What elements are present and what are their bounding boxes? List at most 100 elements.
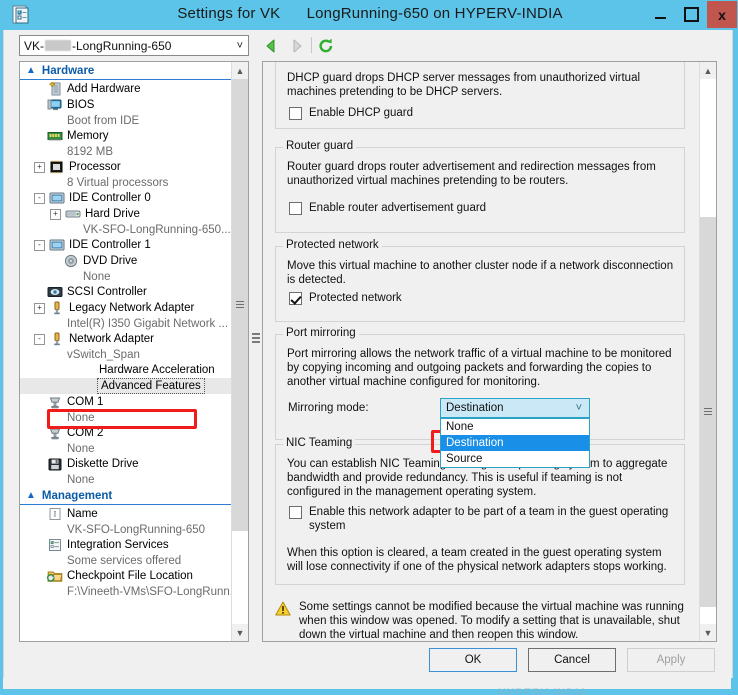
tree-group-label: Management [41, 489, 113, 502]
tree-item-scsi-controller[interactable]: SCSI Controller [20, 284, 232, 300]
tree-item-label: Add Hardware [67, 83, 141, 95]
panel-splitter[interactable] [251, 61, 260, 642]
tree-item-subtext: Some services offered [67, 554, 182, 567]
tree-item-label: BIOS [67, 99, 95, 111]
tree-item-hard-drive[interactable]: + Hard Drive [20, 206, 232, 222]
tree-group-hardware[interactable]: ▲ Hardware [20, 62, 232, 80]
mirroring-mode-label: Mirroring mode: [288, 402, 369, 414]
panel-scroll-down-icon[interactable]: ▼ [700, 624, 716, 641]
settings-tree[interactable]: ▲ Hardware Add Hardware BIOS Boot from IDE Me… [19, 61, 249, 642]
protected-network-label: Protected network [309, 292, 402, 304]
warning-triangle-icon [275, 601, 291, 616]
tree-item-label: Hardware Acceleration [99, 364, 215, 376]
maximize-button[interactable] [676, 1, 706, 28]
tree-item-memory[interactable]: Memory [20, 128, 232, 144]
tree-item-subtext: VK-SFO-LongRunning-650.... [83, 223, 234, 236]
tree-item-add-hardware[interactable]: Add Hardware [20, 81, 232, 97]
tree-item-com-2[interactable]: COM 2 [20, 425, 232, 441]
diskette-drive-icon [48, 458, 62, 471]
scroll-grip-icon [704, 408, 712, 416]
protected-network-checkbox[interactable] [289, 292, 302, 305]
tree-item-bios[interactable]: BIOS [20, 97, 232, 113]
dhcp-guard-group: DHCP guard drops DHCP server messages fr… [275, 62, 685, 129]
minimize-button[interactable] [645, 1, 675, 28]
tree-item-label: Network Adapter [69, 333, 155, 345]
ide-controller-icon [49, 192, 65, 204]
panel-scroll-up-icon[interactable]: ▲ [700, 62, 716, 79]
title-bar: Settings for VK LongRunning-650 on HYPER… [0, 0, 738, 30]
tree-expander[interactable]: - [34, 239, 45, 251]
tree-scroll-down-icon[interactable]: ▼ [232, 624, 248, 641]
tree-item-advanced-features[interactable]: Advanced Features [20, 378, 232, 394]
nic-teaming-legend: NIC Teaming [283, 437, 356, 449]
tree-item-com-1[interactable]: COM 1 [20, 394, 232, 410]
tree-item-name[interactable]: I Name [20, 506, 232, 522]
settings-document-icon [12, 5, 29, 24]
ide-controller-icon [49, 239, 65, 251]
nav-back-icon[interactable] [262, 37, 280, 55]
tree-item-label: Legacy Network Adapter [69, 302, 195, 314]
tree-expander[interactable]: + [34, 161, 45, 173]
tree-item-checkpoint-file-location[interactable]: Checkpoint File Location [20, 568, 232, 584]
tree-item-label: Processor [69, 161, 121, 173]
nav-forward-icon [293, 39, 302, 53]
tree-item-subtext: VK-SFO-LongRunning-650 [67, 523, 206, 536]
enable-nic-teaming-checkbox[interactable] [289, 506, 302, 519]
tree-scroll-up-icon[interactable]: ▲ [232, 62, 248, 79]
panel-scrollbar[interactable]: ▲ ▼ [699, 62, 716, 641]
ok-button[interactable]: OK [429, 648, 517, 672]
enable-dhcp-guard-checkbox[interactable] [289, 107, 302, 120]
tree-expander[interactable]: - [34, 333, 45, 345]
tree-item-network-adapter[interactable]: - Network Adapter [20, 331, 232, 347]
tree-item-subtext: F:\Vineeth-VMs\SFO-LongRunn... [67, 585, 240, 598]
tree-expander[interactable]: + [34, 302, 45, 314]
toolbar-separator [311, 37, 312, 53]
network-adapter-icon [54, 332, 60, 346]
tree-item-label: COM 1 [67, 396, 104, 408]
nic-teaming-row[interactable]: Enable this network adapter to be part o… [289, 505, 674, 533]
refresh-icon[interactable] [317, 37, 335, 55]
port-mirroring-legend: Port mirroring [283, 327, 359, 339]
mirroring-mode-value: Destination [446, 402, 504, 414]
redacted-segment [45, 40, 72, 51]
panel-scroll-track[interactable] [700, 79, 716, 624]
tree-item-integration-services[interactable]: Integration Services [20, 537, 232, 553]
mirroring-mode-option-source[interactable]: Source [441, 451, 589, 467]
tree-item-label: Diskette Drive [67, 458, 139, 470]
vm-selector-value: VK- -LongRunning-650 [20, 39, 171, 53]
enable-router-advertisement-guard-checkbox[interactable] [289, 202, 302, 215]
tree-scroll-track[interactable] [232, 79, 248, 624]
dialog-button-bar: OK Cancel Apply [4, 642, 732, 678]
tree-scroll-thumb[interactable] [232, 79, 248, 531]
tree-scrollbar[interactable]: ▲ ▼ [231, 62, 248, 641]
mirroring-mode-combobox[interactable]: Destination ˅ [440, 398, 590, 418]
tree-item-diskette-drive[interactable]: Diskette Drive [20, 456, 232, 472]
tree-item-subtext: None [67, 473, 95, 486]
protected-network-row[interactable]: Protected network [289, 291, 402, 305]
cancel-button[interactable]: Cancel [528, 648, 616, 672]
enable-nic-teaming-label: Enable this network adapter to be part o… [309, 506, 669, 532]
tree-expander[interactable]: - [34, 192, 45, 204]
com-port-icon [49, 397, 61, 409]
tree-group-management[interactable]: ▲ Management [20, 487, 232, 505]
enable-router-guard-row[interactable]: Enable router advertisement guard [289, 201, 486, 215]
tree-item-ide-controller-1[interactable]: - IDE Controller 1 [20, 237, 232, 253]
vm-selector-combobox[interactable]: VK- -LongRunning-650 ˅ [19, 35, 249, 56]
mirroring-mode-option-none[interactable]: None [441, 419, 589, 435]
mirroring-mode-option-destination[interactable]: Destination [441, 435, 589, 451]
mirroring-mode-dropdown-list[interactable]: None Destination Source [440, 418, 590, 468]
svg-text:I: I [54, 510, 57, 519]
tree-item-processor[interactable]: + Processor [20, 159, 232, 175]
tree-item-dvd-drive[interactable]: DVD Drive [20, 253, 232, 269]
tree-item-ide-controller-0[interactable]: - IDE Controller 0 [20, 190, 232, 206]
watermark-text: HYPERV-INDIA [498, 687, 589, 695]
panel-scroll-thumb[interactable] [700, 217, 716, 607]
bios-icon [47, 99, 62, 111]
tree-item-legacy-network-adapter[interactable]: + Legacy Network Adapter [20, 300, 232, 316]
tree-item-hardware-acceleration[interactable]: Hardware Acceleration [20, 362, 232, 378]
tree-item-subtext: vSwitch_Span [67, 348, 140, 361]
close-button[interactable]: x [707, 1, 737, 28]
network-adapter-icon [54, 301, 60, 315]
tree-expander[interactable]: + [50, 208, 61, 220]
enable-dhcp-guard-row[interactable]: Enable DHCP guard [289, 106, 413, 120]
